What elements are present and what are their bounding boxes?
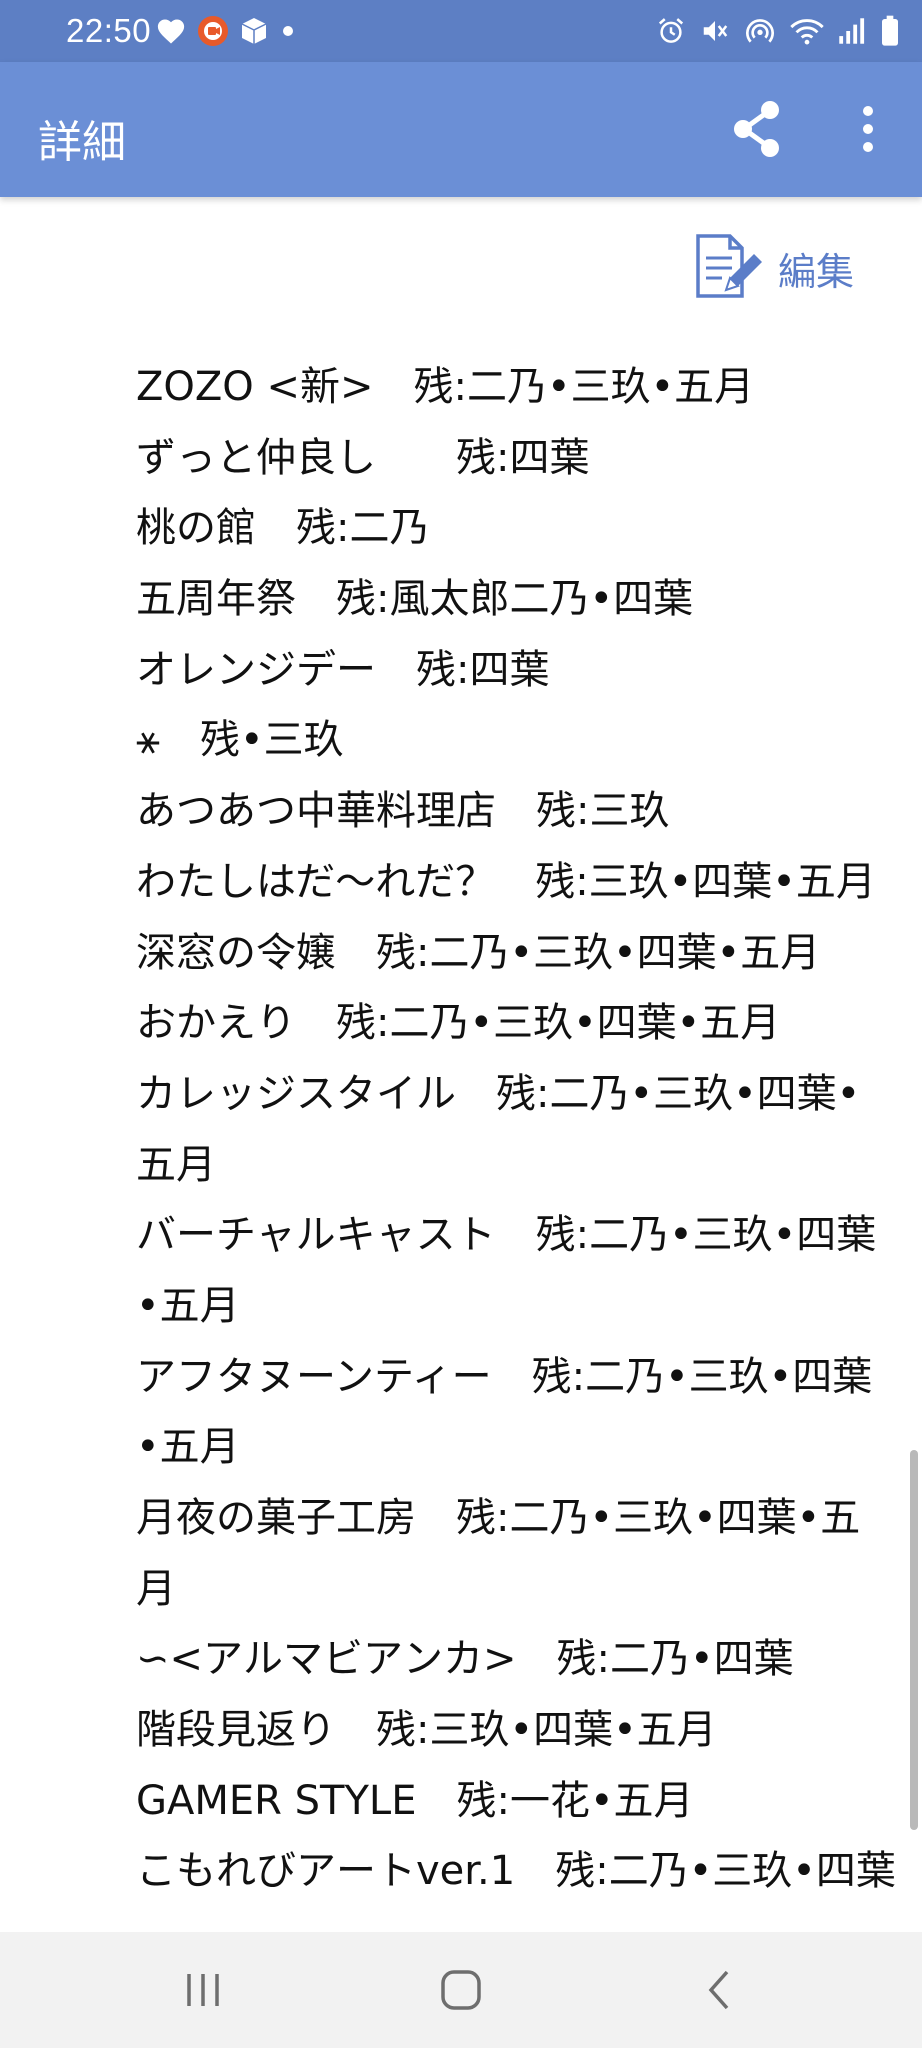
- edit-button[interactable]: 編集: [692, 232, 862, 304]
- text-line: 五月: [136, 1141, 216, 1188]
- text-line: 桃の館 残:二乃: [136, 505, 430, 552]
- app-notification-icon: [198, 16, 228, 46]
- status-bar: 22:50: [0, 0, 922, 62]
- text-line: ⚹ 残•三玖: [136, 717, 344, 764]
- scrollbar[interactable]: [910, 1450, 918, 1830]
- app-bar: 詳細: [0, 62, 922, 197]
- signal-icon: [839, 18, 865, 44]
- text-line: •五月: [136, 1282, 240, 1329]
- wifi-icon: [790, 19, 824, 45]
- home-button[interactable]: [426, 1960, 496, 2020]
- share-button[interactable]: [724, 96, 790, 162]
- text-line: おかえり 残:二乃•三玖•四葉•五月: [136, 1000, 781, 1047]
- status-time: 22:50: [66, 12, 152, 49]
- text-line: わたしはだ〜れだ？ 残:三玖•四葉•五月: [136, 858, 876, 905]
- text-line: ずっと仲良し 残:四葉: [136, 434, 590, 481]
- heart-icon: [157, 19, 185, 44]
- text-line: 月夜の菓子工房 残:二乃•三玖•四葉•五: [136, 1495, 861, 1541]
- text-line: 月: [136, 1565, 176, 1612]
- share-icon: [734, 101, 779, 157]
- recent-apps-icon: [187, 1974, 219, 2006]
- text-line: ZOZO <新> 残:二乃•三玖•五月: [136, 364, 755, 410]
- text-line: •五月: [136, 1424, 240, 1471]
- text-line: 五周年祭 残:風太郎二乃•四葉: [136, 576, 694, 623]
- text-line: アフタヌーンティー 残:二乃•三玖•四葉: [136, 1353, 873, 1400]
- text-line: ∽<アルマビアンカ> 残:二乃•四葉: [136, 1636, 794, 1683]
- hotspot-icon: [746, 19, 774, 43]
- text-line: バーチャルキャスト 残:二乃•三玖•四葉: [136, 1212, 877, 1259]
- cube-notification-icon: [241, 18, 267, 44]
- page-title: 詳細: [38, 117, 126, 168]
- text-line: GAMER STYLE 残:一花•五月: [136, 1777, 694, 1824]
- navigation-bar: [0, 1932, 922, 2048]
- edit-label: 編集: [778, 249, 855, 294]
- recent-apps-button[interactable]: [168, 1960, 238, 2020]
- alarm-icon: [658, 18, 684, 43]
- text-line: こもれびアートver.1 残:二乃•三玖•四葉: [136, 1848, 896, 1895]
- home-icon: [441, 1970, 481, 2010]
- edit-note-icon: [696, 234, 762, 298]
- more-vert-icon: [863, 106, 873, 152]
- text-line: 深窓の令嬢 残:二乃•三玖•四葉•五月: [136, 929, 821, 976]
- mute-icon: [703, 21, 728, 41]
- battery-icon: [882, 15, 898, 46]
- back-icon: [708, 1970, 729, 2010]
- text-line: カレッジスタイル 残:二乃•三玖•四葉•: [136, 1070, 861, 1117]
- more-options-button[interactable]: [846, 96, 890, 162]
- text-line: あつあつ中華料理店 残:三玖: [136, 788, 670, 835]
- text-line: 階段見返り 残:三玖•四葉•五月: [136, 1707, 717, 1754]
- status-right-icons: [656, 14, 900, 48]
- back-button[interactable]: [684, 1960, 754, 2020]
- dot-icon: [283, 26, 293, 36]
- status-left-icons: [156, 14, 298, 48]
- text-line: オレンジデー 残:四葉: [136, 646, 550, 693]
- detail-text: ZOZO <新> 残:二乃•三玖•五月 ずっと仲良し 残:四葉 桃の館 残:二乃…: [136, 352, 896, 1907]
